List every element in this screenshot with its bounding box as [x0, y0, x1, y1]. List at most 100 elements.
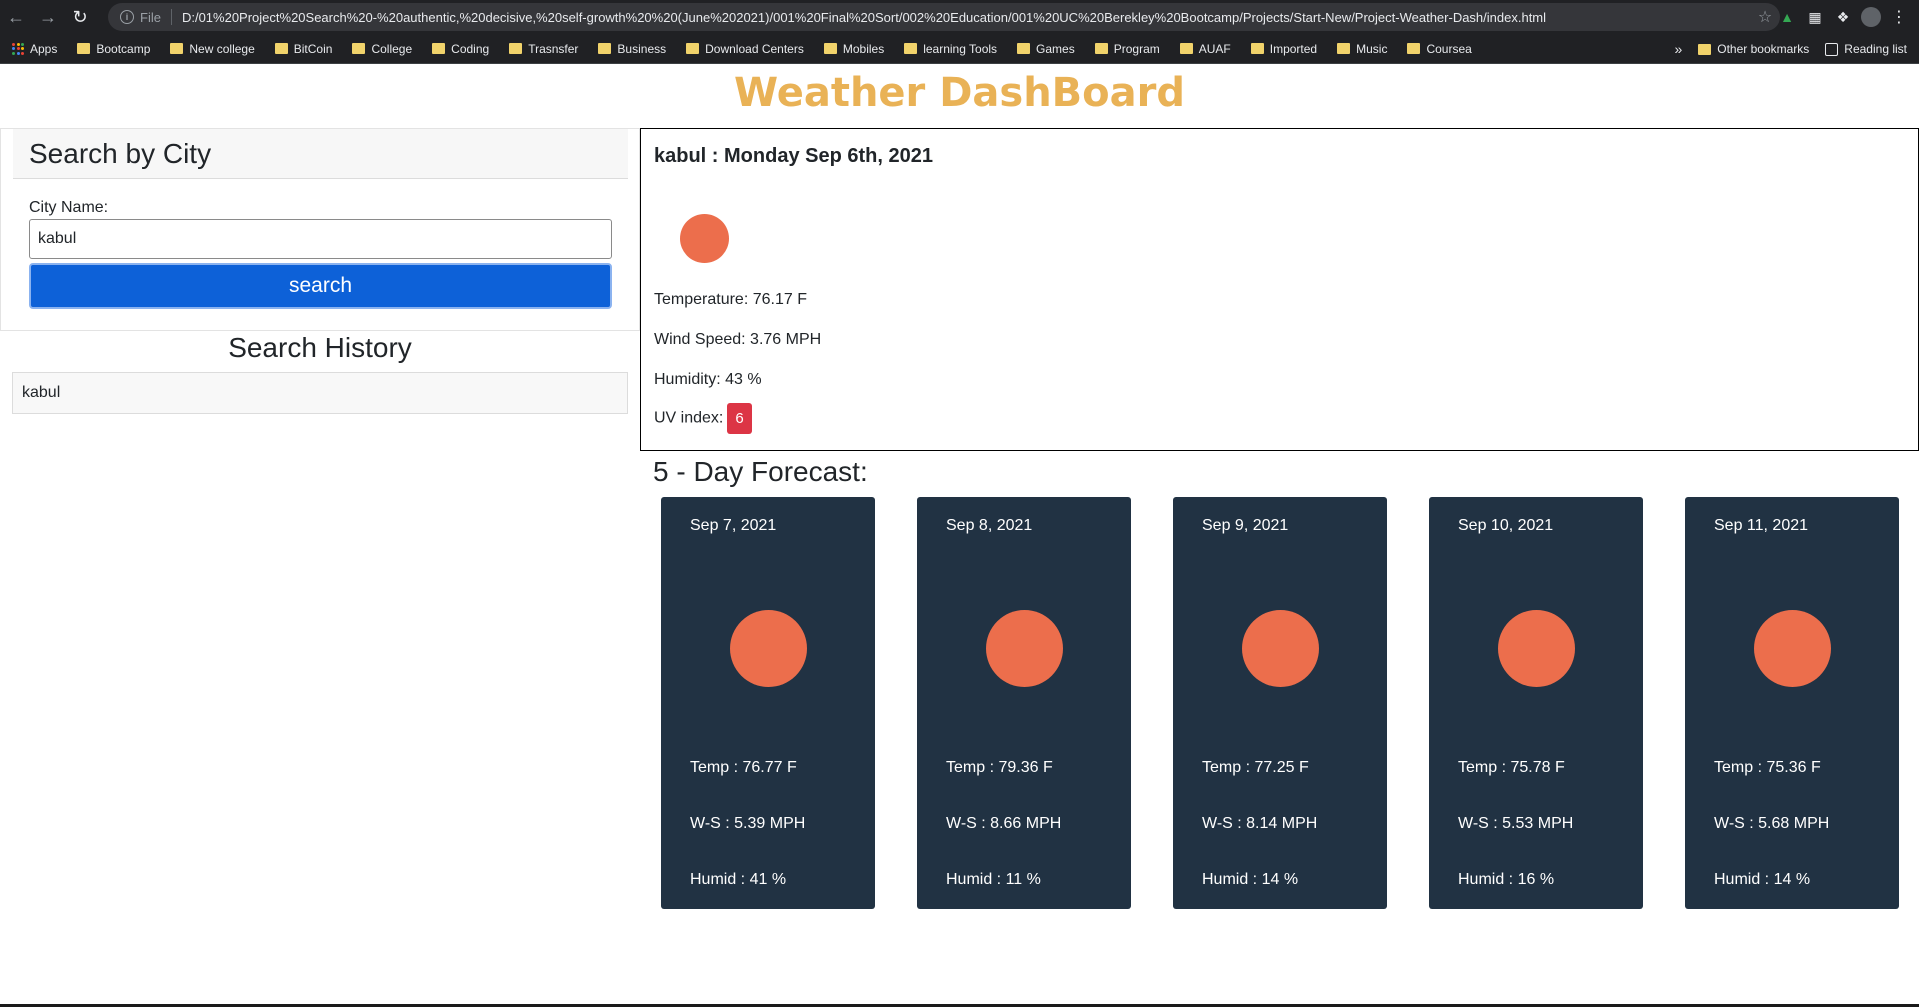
forecast-humidity: Humid : 41 %	[690, 871, 787, 888]
sun-icon	[986, 610, 1063, 687]
forecast-card: Sep 7, 2021 Temp : 76.77 F W-S : 5.39 MP…	[661, 497, 875, 909]
extension-icon[interactable]: ▦	[1805, 7, 1825, 27]
bookmark-label: Trasnsfer	[528, 41, 579, 56]
url-text[interactable]: D:/01%20Project%20Search%20-%20authentic…	[182, 10, 1750, 25]
search-button[interactable]: search	[29, 263, 612, 309]
bookmark-folder[interactable]: Imported	[1250, 41, 1318, 56]
bookmark-folder[interactable]: Coding	[432, 42, 489, 56]
forecast-title: 5 - Day Forecast:	[653, 456, 868, 487]
url-scheme: File	[140, 9, 161, 25]
bookmark-folder[interactable]: Program	[1094, 41, 1160, 56]
bookmarks-bar: Apps Bootcamp New college BitCoin Colleg…	[0, 34, 1919, 64]
current-weather-heading: kabul : Monday Sep 6th, 2021	[654, 145, 933, 167]
menu-dots-icon[interactable]: ⋮	[1889, 7, 1909, 27]
bookmark-label: Program	[1113, 41, 1160, 56]
forecast-card: Sep 11, 2021 Temp : 75.36 F W-S : 5.68 M…	[1685, 497, 1899, 909]
bookmark-folder[interactable]: Bootcamp	[77, 42, 150, 56]
folder-icon	[598, 43, 612, 54]
folder-icon	[1250, 43, 1264, 54]
info-icon: i	[120, 10, 134, 24]
bookmark-apps[interactable]: Apps	[12, 42, 57, 56]
search-history-title: Search History	[228, 332, 412, 363]
app-title: Weather DashBoard	[734, 70, 1185, 116]
folder-icon	[686, 43, 700, 54]
folder-icon	[77, 43, 91, 54]
bookmark-folder[interactable]: Music	[1337, 42, 1387, 56]
bookmark-star-icon[interactable]: ☆	[1750, 7, 1780, 27]
bookmark-label: Bootcamp	[96, 41, 151, 56]
bookmark-folder[interactable]: Games	[1017, 42, 1075, 56]
address-bar[interactable]: i File D:/01%20Project%20Search%20-%20au…	[108, 3, 1780, 31]
bookmark-folder[interactable]: Download Centers	[686, 42, 804, 56]
back-icon[interactable]: ←	[0, 0, 32, 34]
bookmark-folder[interactable]: AUAF	[1179, 41, 1231, 56]
bookmark-folder[interactable]: Coursea	[1407, 42, 1472, 56]
folder-icon	[1017, 43, 1031, 54]
bookmark-folder[interactable]: College	[352, 42, 412, 56]
folder-icon	[274, 43, 288, 54]
folder-icon	[432, 43, 446, 54]
folder-icon	[1094, 43, 1108, 54]
forecast-temp: Temp : 76.77 F	[690, 759, 797, 776]
forecast-temp: Temp : 79.36 F	[946, 759, 1053, 776]
reading-list-icon	[1825, 42, 1839, 56]
forecast-temp: Temp : 75.78 F	[1458, 759, 1565, 776]
more-bookmarks-chevron[interactable]: »	[1674, 41, 1682, 57]
forecast-temp: Temp : 75.36 F	[1714, 759, 1821, 776]
bookmark-label: learning Tools	[923, 41, 998, 56]
sun-icon	[1242, 610, 1319, 687]
forecast-card: Sep 10, 2021 Temp : 75.78 F W-S : 5.53 M…	[1429, 497, 1643, 909]
google-drive-icon[interactable]: ▲	[1777, 7, 1797, 27]
forecast-date: Sep 11, 2021	[1714, 517, 1809, 534]
reading-list-label: Reading list	[1844, 42, 1907, 56]
forecast-card: Sep 9, 2021 Temp : 77.25 F W-S : 8.14 MP…	[1173, 497, 1387, 909]
puzzle-icon[interactable]: ❖	[1833, 7, 1853, 27]
bookmark-label: Mobiles	[842, 41, 885, 56]
bookmark-label: Imported	[1269, 41, 1318, 56]
forecast-wind-speed: W-S : 5.53 MPH	[1458, 815, 1574, 832]
uv-index-badge: 6	[727, 403, 752, 434]
site-info[interactable]: i File	[120, 10, 161, 25]
reading-list[interactable]: Reading list	[1825, 42, 1907, 56]
search-panel: Search by City City Name: search	[0, 128, 640, 331]
folder-icon	[1179, 43, 1193, 54]
city-name-input[interactable]	[29, 219, 612, 259]
forecast-humidity: Humid : 16 %	[1458, 871, 1555, 888]
forecast-date: Sep 10, 2021	[1458, 517, 1554, 534]
bookmark-label: AUAF	[1198, 41, 1231, 56]
bookmarks-right: » Other bookmarks Reading list	[1674, 34, 1907, 64]
forecast-humidity: Humid : 11 %	[946, 871, 1041, 888]
sun-icon	[1754, 610, 1831, 687]
folder-icon	[823, 43, 837, 54]
history-item-kabul[interactable]: kabul	[12, 372, 628, 414]
bookmark-folder[interactable]: Business	[598, 42, 666, 56]
bookmark-label: BitCoin	[293, 41, 333, 56]
search-panel-header: Search by City	[13, 129, 628, 179]
reload-icon[interactable]: ↻	[64, 0, 96, 34]
current-uv-index: UV index: 6	[654, 403, 752, 434]
forecast-date: Sep 8, 2021	[946, 517, 1033, 534]
forecast-date: Sep 7, 2021	[690, 517, 777, 534]
bookmark-label: College	[371, 41, 413, 56]
apps-grid-icon	[12, 42, 24, 55]
bookmark-label: Games	[1036, 41, 1075, 56]
forecast-wind-speed: W-S : 5.68 MPH	[1714, 815, 1830, 832]
bookmark-folder[interactable]: Trasnsfer	[509, 42, 578, 56]
bookmark-folder[interactable]: New college	[170, 41, 255, 56]
forward-icon[interactable]: →	[32, 0, 64, 34]
bookmark-folder[interactable]: learning Tools	[904, 42, 997, 56]
other-bookmarks[interactable]: Other bookmarks	[1698, 42, 1809, 56]
bookmark-folder[interactable]: BitCoin	[274, 41, 333, 56]
forecast-humidity: Humid : 14 %	[1202, 871, 1299, 888]
current-humidity: Humidity: 43 %	[654, 371, 762, 388]
bookmark-folder[interactable]: Mobiles	[823, 41, 885, 56]
folder-icon	[352, 43, 366, 54]
browser-toolbar: ← → ↻ i File D:/01%20Project%20Search%20…	[0, 0, 1919, 34]
profile-avatar[interactable]	[1861, 7, 1881, 27]
bookmark-label: New college	[189, 41, 255, 56]
divider	[170, 9, 172, 25]
folder-icon	[1337, 43, 1351, 54]
folder-icon	[1407, 43, 1421, 54]
current-weather-panel: kabul : Monday Sep 6th, 2021 Temperature…	[640, 128, 1919, 451]
forecast-wind-speed: W-S : 8.66 MPH	[946, 815, 1062, 832]
